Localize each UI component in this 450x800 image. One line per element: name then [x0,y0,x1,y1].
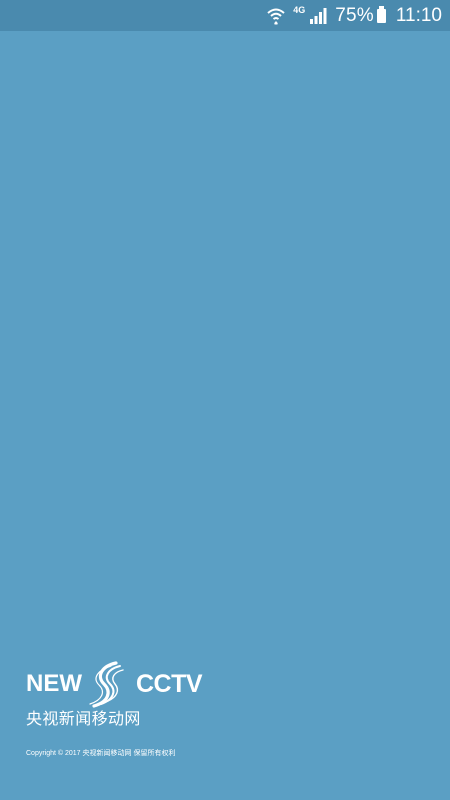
logo-text-cctv: CCTV [136,669,203,698]
brand-subtitle: 央视新闻移动网 [26,711,141,728]
status-bar: 4G 75% 11:10 [0,0,450,31]
network-type: 4G [293,4,306,15]
cctv-swirl-icon [89,661,124,708]
clock: 11:10 [395,4,442,26]
splash-screen: 4G 75% 11:10 NEW CCTV 央视新闻移动网 Copyright … [0,0,450,800]
copyright-text: Copyright © 2017 央视新闻移动网 保留所有权利 [26,750,176,757]
brand-logo: NEW CCTV 央视新闻移动网 [26,660,246,729]
wifi-icon [267,7,285,25]
logo-text-new: NEW [26,670,82,697]
battery-icon [376,5,386,23]
logo-row: NEW CCTV [26,660,246,708]
battery-percent: 75% [335,4,374,26]
signal-icon [309,7,327,24]
